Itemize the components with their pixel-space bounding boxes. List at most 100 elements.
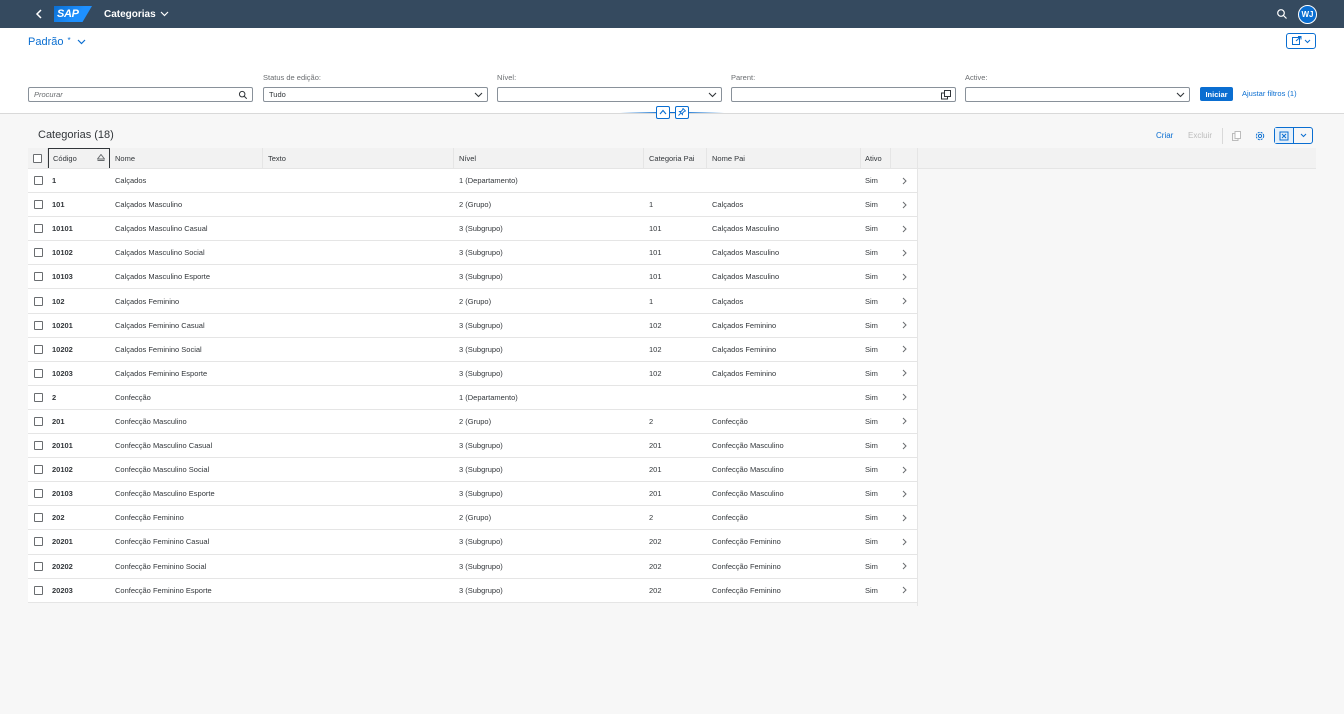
row-checkbox[interactable] — [28, 289, 48, 312]
table-row[interactable]: 202 Confecção Feminino 2 (Grupo) 2 Confecção… — [28, 506, 917, 531]
table-row[interactable]: 10102 Calçados Masculino Social 3 (Subgrup… — [28, 241, 917, 266]
navigation-arrow-icon[interactable] — [891, 193, 917, 216]
cell-nivel: 2 (Grupo) — [459, 200, 492, 210]
row-checkbox[interactable] — [28, 193, 48, 216]
cell-nivel: 3 (Subgrupo) — [459, 272, 503, 282]
navigation-arrow-icon[interactable] — [891, 289, 917, 312]
row-checkbox[interactable] — [28, 386, 48, 409]
search-icon[interactable] — [1276, 8, 1288, 20]
value-help-icon[interactable] — [941, 90, 951, 102]
cell-codigo: 10101 — [52, 224, 73, 234]
collapse-header-button[interactable] — [656, 106, 670, 119]
column-header-texto[interactable]: Texto — [263, 148, 454, 168]
table-row[interactable]: 101 Calçados Masculino 2 (Grupo) 1 Calçados S… — [28, 193, 917, 218]
share-button[interactable] — [1286, 33, 1316, 49]
table-row[interactable]: 20101 Confecção Masculino Casual 3 (Subgru… — [28, 434, 917, 459]
avatar[interactable]: WJ — [1298, 5, 1317, 24]
navigation-arrow-icon[interactable] — [891, 217, 917, 240]
chevron-down-icon[interactable] — [1176, 90, 1185, 101]
row-checkbox[interactable] — [28, 555, 48, 578]
column-header-nome-pai[interactable]: Nome Pai — [707, 148, 861, 168]
checkbox-box — [33, 176, 43, 186]
create-button[interactable]: Criar — [1156, 131, 1173, 140]
table-row[interactable]: 10101 Calçados Masculino Casual 3 (Subgrup… — [28, 217, 917, 242]
column-header-categoria-pai[interactable]: Categoria Pai — [644, 148, 707, 168]
active-select[interactable] — [965, 87, 1190, 102]
variant-selector[interactable]: Padrão * — [28, 36, 86, 48]
column-header-ativo[interactable]: Ativo — [861, 148, 891, 168]
status-select[interactable]: Tudo — [263, 87, 488, 102]
select-all-checkbox[interactable] — [28, 148, 48, 168]
row-checkbox[interactable] — [28, 434, 48, 457]
row-checkbox[interactable] — [28, 482, 48, 505]
navigation-arrow-icon[interactable] — [891, 482, 917, 505]
navigation-arrow-icon[interactable] — [891, 458, 917, 481]
cell-categoria-pai: 101 — [649, 272, 662, 282]
column-header-nome[interactable]: Nome — [110, 148, 263, 168]
table-row[interactable]: 20102 Confecção Masculino Social 3 (Subgru… — [28, 458, 917, 483]
table-row[interactable]: 10103 Calçados Masculino Esporte 3 (Subgru… — [28, 265, 917, 290]
row-checkbox[interactable] — [28, 362, 48, 385]
table-row[interactable]: 20103 Confecção Masculino Esporte 3 (Subgr… — [28, 482, 917, 507]
table-row[interactable]: 102 Calçados Feminino 2 (Grupo) 1 Calçados Si… — [28, 289, 917, 314]
adapt-filters-link[interactable]: Ajustar filtros (1) — [1242, 89, 1297, 98]
navigation-arrow-icon[interactable] — [891, 530, 917, 553]
row-checkbox[interactable] — [28, 169, 48, 192]
table-row[interactable]: 201 Confecção Masculino 2 (Grupo) 2 Confecçã… — [28, 409, 917, 435]
export-menu-button[interactable] — [1274, 127, 1313, 144]
navigation-arrow-icon[interactable] — [891, 434, 917, 457]
row-checkbox[interactable] — [28, 241, 48, 264]
row-checkbox[interactable] — [28, 530, 48, 553]
row-checkbox[interactable] — [28, 410, 48, 433]
navigation-arrow-icon[interactable] — [891, 579, 917, 602]
navigation-arrow-icon[interactable] — [891, 338, 917, 361]
settings-icon[interactable] — [1253, 129, 1267, 143]
row-checkbox[interactable] — [28, 506, 48, 529]
column-header-label: Nome — [115, 153, 136, 163]
row-checkbox[interactable] — [28, 458, 48, 481]
navigation-arrow-icon[interactable] — [891, 555, 917, 578]
export-icon[interactable] — [1275, 128, 1294, 143]
row-checkbox[interactable] — [28, 579, 48, 602]
nivel-select[interactable] — [497, 87, 722, 102]
navigation-arrow-icon[interactable] — [891, 362, 917, 385]
column-header-codigo[interactable]: Código — [48, 148, 110, 168]
chevron-down-icon[interactable] — [474, 90, 483, 101]
navigation-arrow-icon[interactable] — [891, 314, 917, 337]
parent-input[interactable] — [731, 87, 956, 102]
cell-nivel: 2 (Grupo) — [459, 513, 492, 523]
copy-icon[interactable] — [1229, 129, 1243, 143]
navigation-arrow-icon[interactable] — [891, 265, 917, 288]
row-checkbox[interactable] — [28, 265, 48, 288]
back-icon[interactable] — [32, 9, 46, 19]
delete-button[interactable]: Excluir — [1188, 131, 1212, 140]
navigation-arrow-icon[interactable] — [891, 410, 917, 433]
row-checkbox[interactable] — [28, 217, 48, 240]
checkbox-box — [33, 416, 43, 426]
search-icon[interactable] — [238, 90, 248, 102]
table-row[interactable]: 2 Confecção 1 (Departamento) Sim — [28, 385, 917, 410]
navigation-arrow-icon[interactable] — [891, 386, 917, 409]
navigation-arrow-icon[interactable] — [891, 169, 917, 192]
table-row[interactable]: 1 Calçados 1 (Departamento) Sim — [28, 169, 917, 194]
pin-header-button[interactable] — [675, 106, 689, 119]
cell-nome-pai: Confecção Masculino — [712, 441, 784, 451]
row-checkbox[interactable] — [28, 338, 48, 361]
table-row[interactable]: 20201 Confecção Feminino Casual 3 (Subgrup… — [28, 530, 917, 555]
sap-logo[interactable]: SAP — [54, 6, 92, 22]
app-title-menu[interactable]: Categorias — [104, 9, 169, 20]
table-row[interactable]: 10203 Calçados Feminino Esporte 3 (Subgrup… — [28, 361, 917, 386]
table-row[interactable]: 20202 Confecção Feminino Social 3 (Subgrup… — [28, 554, 917, 579]
chevron-down-icon[interactable] — [1294, 128, 1312, 143]
go-button[interactable]: Iniciar — [1200, 87, 1233, 101]
cell-nome: Confecção Masculino Esporte — [115, 489, 215, 499]
search-input[interactable]: Procurar — [28, 87, 253, 102]
chevron-down-icon[interactable] — [708, 90, 717, 101]
table-row[interactable]: 10202 Calçados Feminino Social 3 (Subgrupo… — [28, 337, 917, 362]
table-row[interactable]: 20203 Confecção Feminino Esporte 3 (Subgru… — [28, 578, 917, 603]
navigation-arrow-icon[interactable] — [891, 241, 917, 264]
table-row[interactable]: 10201 Calçados Feminino Casual 3 (Subgrupo… — [28, 313, 917, 338]
row-checkbox[interactable] — [28, 314, 48, 337]
column-header-nivel[interactable]: Nível — [454, 148, 644, 168]
navigation-arrow-icon[interactable] — [891, 506, 917, 529]
